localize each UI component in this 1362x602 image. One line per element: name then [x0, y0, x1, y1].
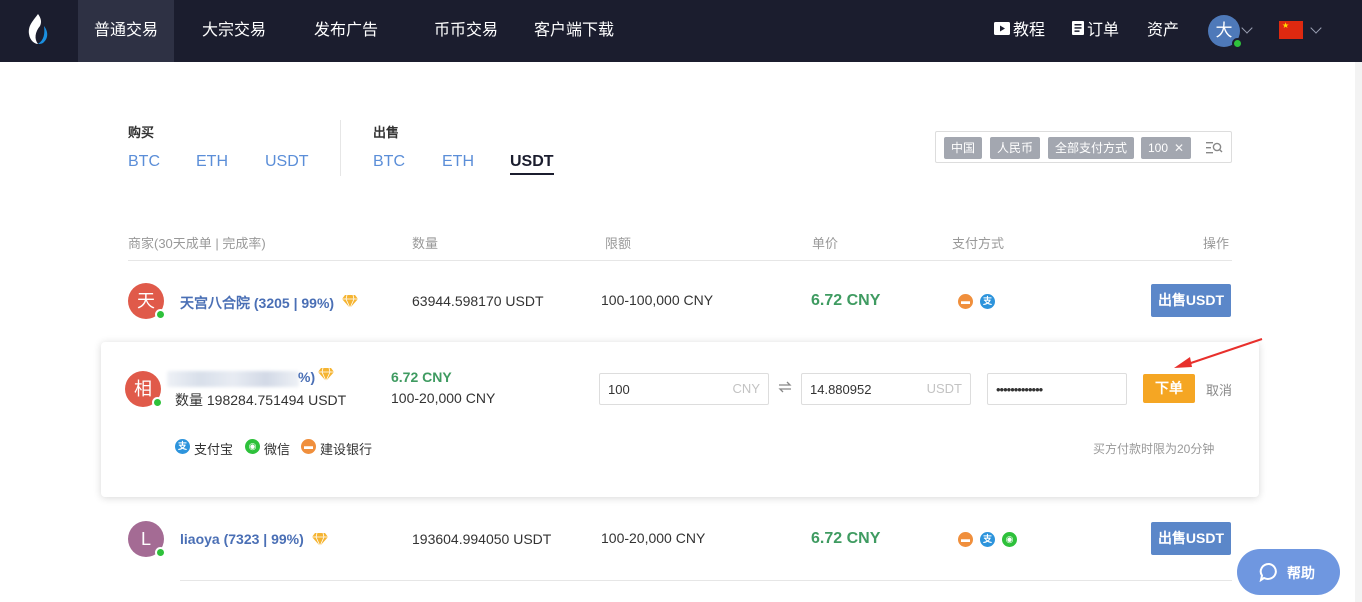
filter-chip-amount[interactable]: 100 ✕ — [1141, 137, 1192, 159]
exchange-arrows-icon — [778, 381, 792, 393]
limit-cell: 100-20,000 CNY — [601, 530, 706, 546]
buy-tab-eth[interactable]: ETH — [196, 153, 228, 171]
sell-tab-btc[interactable]: BTC — [373, 153, 405, 171]
online-status-dot — [152, 397, 163, 408]
chat-bubble-icon — [1259, 562, 1277, 582]
diamond-badge-icon — [318, 367, 334, 381]
clear-amount-icon[interactable]: ✕ — [1174, 141, 1184, 155]
diamond-badge-icon — [312, 532, 328, 546]
help-button[interactable]: 帮助 — [1237, 549, 1340, 595]
bank-card-icon: ▬ — [958, 532, 973, 547]
alipay-icon: 支 — [175, 439, 190, 454]
nav-orders-label: 订单 — [1087, 22, 1120, 40]
sell-tab-usdt[interactable]: USDT — [510, 153, 554, 175]
section-divider — [340, 120, 341, 176]
merchant-avatar: 相 — [125, 371, 163, 408]
huobi-logo[interactable] — [22, 12, 52, 46]
nav-item-normal-trade[interactable]: 普通交易 — [78, 0, 174, 62]
nav-orders[interactable]: 订单 — [1072, 0, 1119, 62]
document-icon — [1072, 0, 1084, 62]
filter-chip-payment[interactable]: 全部支付方式 — [1048, 137, 1135, 159]
place-order-button[interactable]: 下单 — [1143, 374, 1195, 403]
limit-text: 100-20,000 CNY — [391, 390, 496, 406]
usdt-unit-label: USDT — [926, 381, 962, 396]
wechat-icon: ◉ — [245, 439, 260, 454]
alipay-icon: 支 — [980, 294, 995, 309]
nav-item-client-download[interactable]: 客户端下载 — [526, 0, 622, 62]
usdt-amount-input[interactable] — [810, 374, 920, 404]
buy-tab-usdt[interactable]: USDT — [265, 153, 309, 171]
filter-chip-country[interactable]: 中国 — [944, 137, 983, 159]
sell-usdt-button[interactable]: 出售USDT — [1151, 284, 1231, 317]
price-cell: 6.72 CNY — [811, 530, 881, 547]
fund-password-field[interactable] — [987, 373, 1127, 405]
row-divider — [180, 580, 1232, 581]
buy-tab-btc[interactable]: BTC — [128, 153, 160, 171]
merchant-name-link[interactable]: 天宫八合院 (3205 | 99%) — [180, 293, 334, 313]
quantity-text: 数量 198284.751494 USDT — [175, 392, 347, 408]
order-card — [101, 342, 1259, 497]
filter-search-icon[interactable] — [1205, 139, 1223, 157]
nav-item-coin-trade[interactable]: 币币交易 — [418, 0, 514, 62]
sell-tab-eth[interactable]: ETH — [442, 153, 474, 171]
nav-item-block-trade[interactable]: 大宗交易 — [186, 0, 282, 62]
china-flag-icon[interactable]: ★ — [1279, 21, 1303, 39]
column-header-action: 操作 — [1203, 236, 1230, 251]
merchant-avatar-char: L — [140, 529, 151, 549]
sell-usdt-button[interactable]: 出售USDT — [1151, 522, 1231, 555]
filter-chip-currency[interactable]: 人民币 — [990, 137, 1041, 159]
user-avatar[interactable]: 大 — [1208, 15, 1243, 49]
unit-price: 6.72 CNY — [391, 369, 452, 385]
redacted-merchant-name — [167, 371, 299, 387]
sell-section-title: 出售 — [373, 125, 400, 140]
merchant-name-link[interactable]: liaoya (7323 | 99%) — [180, 531, 304, 547]
header-divider — [128, 260, 1232, 261]
nav-tutorial-label: 教程 — [1013, 22, 1046, 40]
diamond-badge-icon — [342, 294, 358, 308]
nav-item-post-ad[interactable]: 发布广告 — [298, 0, 394, 62]
payment-alipay-label: 支付宝 — [194, 442, 234, 457]
cancel-link[interactable]: 取消 — [1206, 380, 1232, 399]
column-header-merchant: 商家(30天成单 | 完成率) — [128, 236, 266, 251]
page-scrollbar[interactable] — [1355, 62, 1362, 602]
online-status-dot — [155, 547, 166, 558]
cny-unit-label: CNY — [732, 381, 760, 396]
alipay-icon: 支 — [980, 532, 995, 547]
usdt-amount-field[interactable]: USDT — [801, 373, 971, 405]
merchant-avatar: L — [128, 521, 166, 558]
column-header-payment: 支付方式 — [952, 236, 1005, 251]
column-header-quantity: 数量 — [412, 236, 439, 251]
flag-star-icon: ★ — [1282, 21, 1290, 30]
merchant-name-suffix[interactable]: %) — [298, 369, 315, 385]
annotation-arrow-icon — [1174, 338, 1263, 368]
nav-assets[interactable]: 资产 — [1147, 0, 1179, 62]
merchant-avatar-char: 相 — [134, 379, 152, 399]
merchant-avatar: 天 — [128, 283, 166, 320]
bank-card-icon: ▬ — [958, 294, 973, 309]
merchant-avatar-char: 天 — [137, 291, 155, 311]
fund-password-input[interactable] — [996, 374, 1121, 404]
wechat-icon: ◉ — [1002, 532, 1017, 547]
play-icon — [994, 0, 1010, 62]
filter-box[interactable]: 中国 人民币 全部支付方式 100 ✕ — [935, 131, 1232, 163]
buy-section-title: 购买 — [128, 125, 155, 140]
limit-cell: 100-100,000 CNY — [601, 292, 714, 308]
user-avatar-char: 大 — [1215, 21, 1233, 40]
quantity-cell: 193604.994050 USDT — [412, 531, 552, 547]
online-status-dot — [1232, 38, 1243, 49]
bank-card-icon: ▬ — [301, 439, 316, 454]
payment-wechat-label: 微信 — [264, 442, 291, 457]
column-header-price: 单价 — [812, 236, 839, 251]
cny-amount-field[interactable]: CNY — [599, 373, 769, 405]
payment-time-limit-note: 买方付款时限为20分钟 — [1093, 442, 1215, 456]
payment-bank-label: 建设银行 — [320, 442, 373, 457]
help-label: 帮助 — [1287, 565, 1315, 581]
quantity-cell: 63944.598170 USDT — [412, 293, 544, 309]
filter-amount-value: 100 — [1148, 141, 1169, 155]
cny-amount-input[interactable] — [608, 374, 718, 404]
nav-tutorial[interactable]: 教程 — [994, 0, 1045, 62]
price-cell: 6.72 CNY — [811, 292, 881, 309]
column-header-limit: 限额 — [605, 236, 632, 251]
online-status-dot — [155, 309, 166, 320]
